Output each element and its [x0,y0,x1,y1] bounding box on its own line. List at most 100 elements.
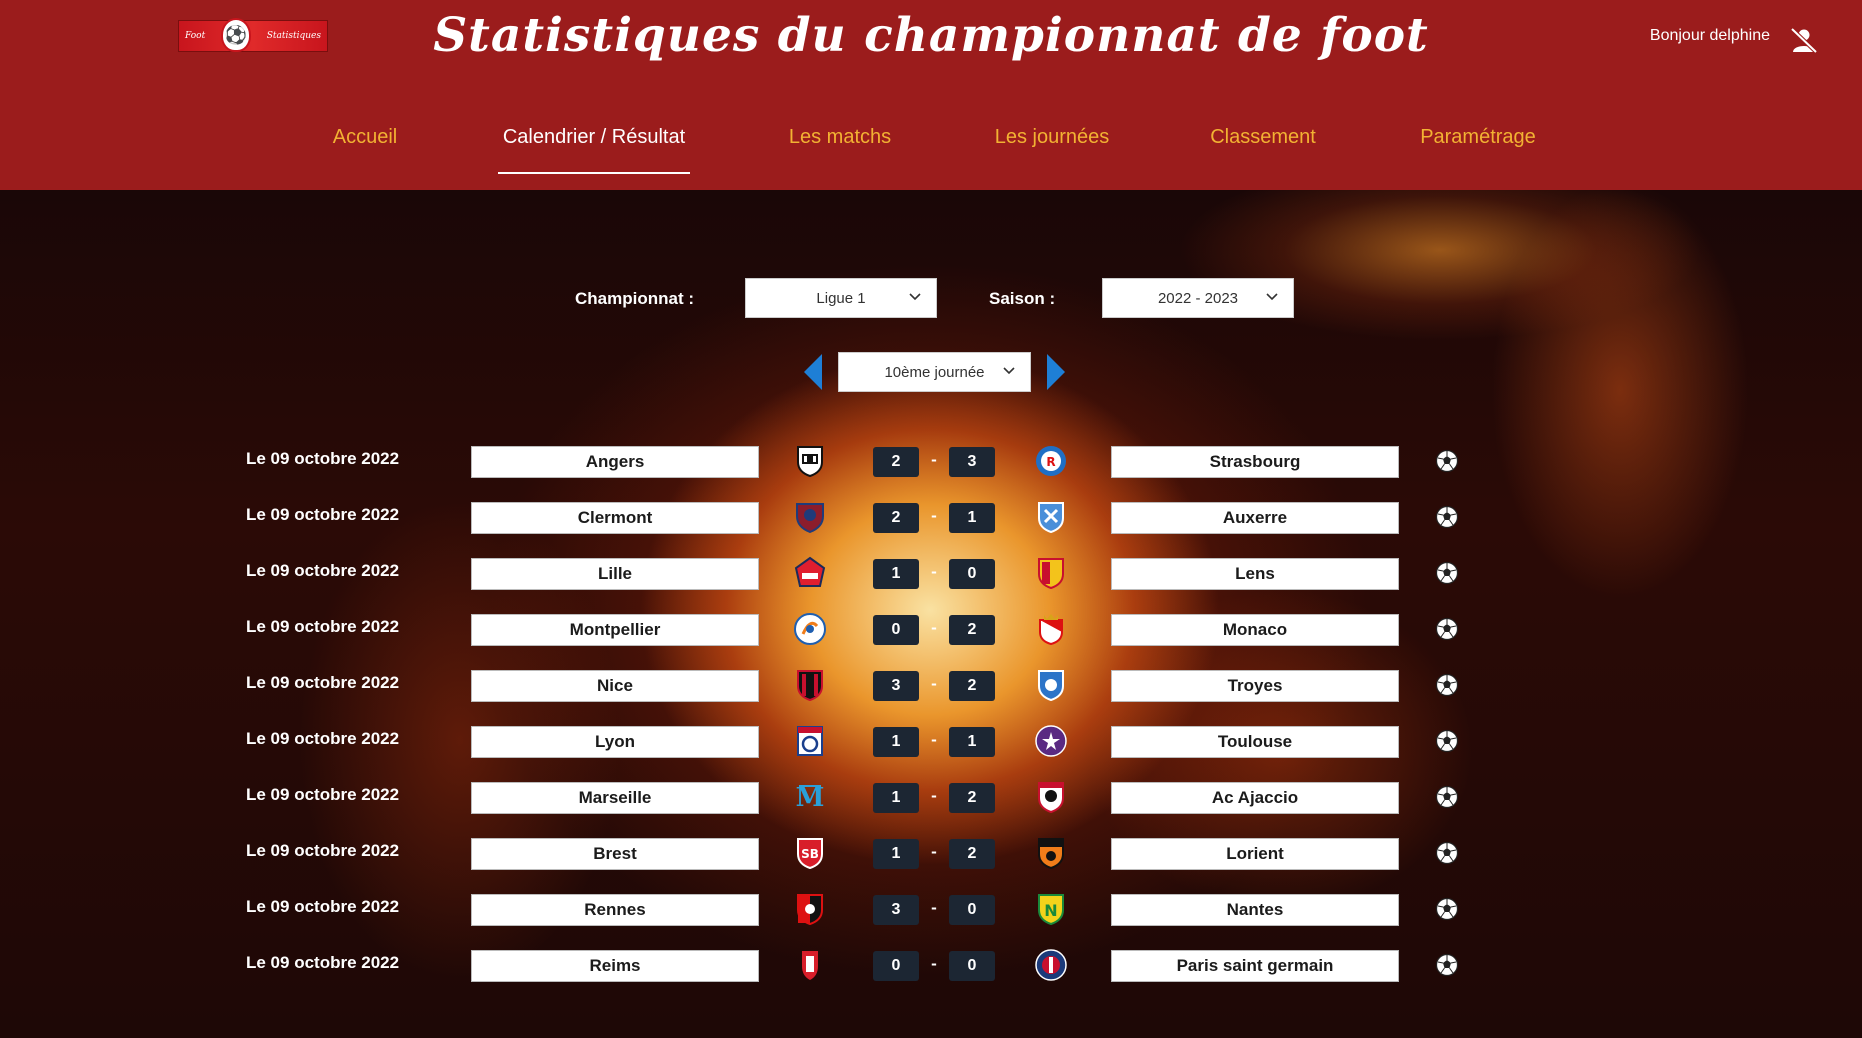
match-details-ball-icon[interactable] [1435,617,1459,641]
away-score: 0 [949,895,995,925]
match-row: Le 09 octobre 2022 Montpellier 0 - 2 Mon… [0,611,1862,646]
home-team[interactable]: Brest [471,838,759,870]
score-separator: - [931,954,937,973]
nav-item-les-matchs[interactable]: Les matchs [786,126,894,174]
score-separator: - [931,506,937,525]
away-team[interactable]: Monaco [1111,614,1399,646]
match-details-ball-icon[interactable] [1435,841,1459,865]
away-team[interactable]: Ac Ajaccio [1111,782,1399,814]
lorient-crest-icon [1038,838,1064,870]
marseille-crest-icon: M [796,783,825,813]
match-row: Le 09 octobre 2022 Clermont 2 - 1 Auxerr… [0,499,1862,534]
home-team[interactable]: Lyon [471,726,759,758]
journee-select[interactable]: 10ème journée [838,352,1031,392]
championnat-select[interactable]: Ligue 1 [745,278,937,318]
user-logout-icon[interactable] [1790,26,1818,54]
nav-item-accueil[interactable]: Accueil [328,126,402,174]
saison-select-value: 2022 - 2023 [1157,289,1239,307]
lyon-crest-icon [797,726,823,756]
match-date: Le 09 octobre 2022 [246,617,400,636]
match-date: Le 09 octobre 2022 [246,953,400,972]
chevron-down-icon [1003,367,1015,375]
match-date: Le 09 octobre 2022 [246,505,400,524]
chevron-down-icon [1266,293,1278,301]
main-nav: Accueil Calendrier / Résultat Les matchs… [0,126,1862,176]
match-date: Le 09 octobre 2022 [246,561,400,580]
home-score: 0 [873,615,919,645]
montpellier-crest-icon [794,613,826,645]
match-row: Le 09 octobre 2022 Marseille M 1 - 2 Ac … [0,779,1862,814]
match-date: Le 09 octobre 2022 [246,897,400,916]
match-date: Le 09 octobre 2022 [246,841,400,860]
home-score: 1 [873,559,919,589]
home-score: 1 [873,839,919,869]
match-row: Le 09 octobre 2022 Brest SB 1 - 2 Lorien… [0,835,1862,870]
main-content: Championnat : Ligue 1 Saison : 2022 - 20… [0,190,1862,1038]
home-score: 0 [873,951,919,981]
angers-crest-icon [797,446,823,478]
match-details-ball-icon[interactable] [1435,673,1459,697]
match-date: Le 09 octobre 2022 [246,673,400,692]
match-details-ball-icon[interactable] [1435,953,1459,977]
away-team[interactable]: Toulouse [1111,726,1399,758]
clermont-crest-icon [796,503,824,534]
match-details-ball-icon[interactable] [1435,449,1459,473]
nantes-crest-icon: N [1038,894,1064,926]
chevron-down-icon [909,293,921,301]
match-row: Le 09 octobre 2022 Lille 1 - 0 Lens [0,555,1862,590]
match-details-ball-icon[interactable] [1435,897,1459,921]
score-separator: - [931,674,937,693]
away-score: 1 [949,503,995,533]
championnat-label: Championnat : [575,289,694,308]
nice-crest-icon [797,670,823,702]
saison-select[interactable]: 2022 - 2023 [1102,278,1294,318]
home-team[interactable]: Angers [471,446,759,478]
away-team[interactable]: Troyes [1111,670,1399,702]
home-team[interactable]: Marseille [471,782,759,814]
away-team[interactable]: Paris saint germain [1111,950,1399,982]
monaco-crest-icon [1039,614,1063,646]
nav-item-classement[interactable]: Classement [1206,126,1320,174]
match-details-ball-icon[interactable] [1435,561,1459,585]
home-team[interactable]: Nice [471,670,759,702]
away-team[interactable]: Lens [1111,558,1399,590]
away-team[interactable]: Lorient [1111,838,1399,870]
user-greeting: Bonjour delphine [1649,27,1770,44]
svg-text:SB: SB [801,847,819,861]
away-team[interactable]: Nantes [1111,894,1399,926]
home-score: 3 [873,895,919,925]
match-details-ball-icon[interactable] [1435,785,1459,809]
home-team[interactable]: Clermont [471,502,759,534]
home-team[interactable]: Montpellier [471,614,759,646]
svg-text:N: N [1044,901,1057,920]
home-team[interactable]: Lille [471,558,759,590]
nav-item-les-journees[interactable]: Les journées [990,126,1114,174]
next-journee-arrow-icon[interactable] [1045,354,1067,390]
away-team[interactable]: Auxerre [1111,502,1399,534]
score-separator: - [931,786,937,805]
match-details-ball-icon[interactable] [1435,729,1459,753]
home-score: 2 [873,503,919,533]
home-score: 1 [873,783,919,813]
away-score: 2 [949,671,995,701]
nav-item-parametrage[interactable]: Paramétrage [1416,126,1540,174]
ajaccio-crest-icon [1038,782,1064,814]
auxerre-crest-icon [1038,502,1064,534]
match-details-ball-icon[interactable] [1435,505,1459,529]
nav-item-calendrier-resultat[interactable]: Calendrier / Résultat [498,126,690,174]
away-score: 0 [949,951,995,981]
home-team[interactable]: Rennes [471,894,759,926]
previous-journee-arrow-icon[interactable] [802,354,824,390]
match-row: Le 09 octobre 2022 Lyon 1 - 1 Toulouse [0,723,1862,758]
svg-text:R: R [1046,455,1055,469]
journee-select-value: 10ème journée [884,363,985,381]
score-separator: - [931,562,937,581]
rennes-crest-icon [797,894,823,926]
away-team[interactable]: Strasbourg [1111,446,1399,478]
score-separator: - [931,730,937,749]
psg-crest-icon [1035,949,1067,981]
away-score: 1 [949,727,995,757]
home-team[interactable]: Reims [471,950,759,982]
home-score: 1 [873,727,919,757]
header-bar: Foot ⚽ Statistiques Statistiques du cham… [0,0,1862,190]
